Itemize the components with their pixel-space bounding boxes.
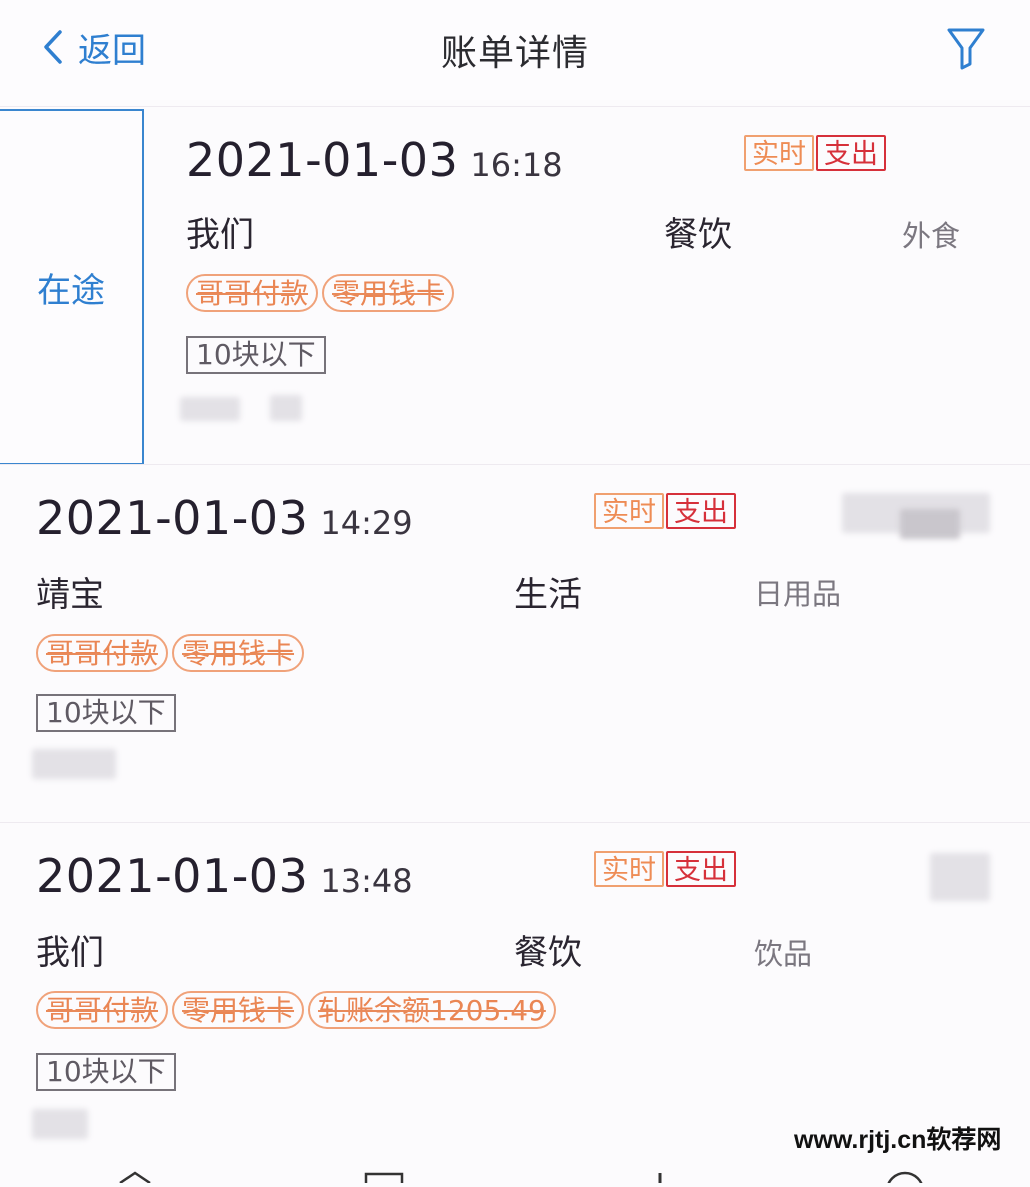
realtime-badge: 实时 (744, 135, 814, 171)
tag-pill: 哥哥付款 (186, 274, 319, 312)
site-watermark: www.rjtj.cn软荐网 (794, 1126, 1002, 1154)
record-datetime: 2021-01-03 13:48 (36, 849, 413, 903)
record-category: 餐饮 (664, 215, 732, 255)
bill-record[interactable]: 在途 2021-01-03 16:18 实时 支出 我们 餐饮 外食 哥哥付款 零… (0, 106, 1030, 465)
record-datetime: 2021-01-03 16:18 (186, 133, 563, 187)
expense-badge: 支出 (666, 851, 736, 887)
tag-pill: 零用钱卡 (172, 991, 305, 1029)
record-badges: 实时 支出 (594, 851, 736, 887)
record-member: 我们 (186, 215, 254, 255)
record-member: 我们 (36, 933, 104, 973)
record-tags: 哥哥付款 零用钱卡 (186, 274, 455, 312)
page-title: 账单详情 (440, 33, 589, 74)
amount-range-tag: 10块以下 (186, 336, 326, 374)
expense-badge: 支出 (666, 493, 736, 529)
record-datetime: 2021-01-03 14:29 (36, 491, 413, 545)
record-time: 13:48 (320, 862, 413, 900)
record-badges: 实时 支出 (744, 135, 886, 171)
tag-pill: 零用钱卡 (322, 274, 455, 312)
record-category: 餐饮 (514, 933, 582, 973)
record-date: 2021-01-03 (36, 849, 309, 903)
redacted-note (32, 749, 116, 779)
record-time: 16:18 (470, 146, 563, 184)
in-transit-status-button[interactable]: 在途 (0, 109, 144, 465)
top-nav-bar: 返回 账单详情 (0, 0, 1030, 100)
amount-range-tag: 10块以下 (36, 1053, 176, 1091)
bill-record[interactable]: 2021-01-03 14:29 实时 支出 靖宝 生活 日用品 哥哥付款 零用钱… (0, 464, 1030, 823)
record-date: 2021-01-03 (36, 491, 309, 545)
tab-profile-icon[interactable] (886, 1171, 924, 1187)
tag-pill: 轧账余额1205.49 (308, 991, 556, 1029)
record-badges: 实时 支出 (594, 493, 736, 529)
tag-pill: 哥哥付款 (36, 634, 169, 672)
tag-pill: 哥哥付款 (36, 991, 169, 1029)
filter-button[interactable] (946, 26, 986, 74)
tag-pill: 零用钱卡 (172, 634, 305, 672)
redacted-amount (930, 853, 990, 901)
record-tags: 哥哥付款 零用钱卡 轧账余额1205.49 (36, 991, 556, 1029)
realtime-badge: 实时 (594, 851, 664, 887)
filter-funnel-icon (947, 28, 985, 70)
amount-range-tag: 10块以下 (36, 694, 176, 732)
record-subcategory: 外食 (902, 219, 961, 253)
realtime-badge: 实时 (594, 493, 664, 529)
record-member: 靖宝 (36, 575, 104, 615)
record-time: 14:29 (320, 504, 413, 542)
record-tags: 哥哥付款 零用钱卡 (36, 634, 305, 672)
record-category: 生活 (514, 575, 582, 615)
tab-list-icon[interactable] (364, 1172, 404, 1187)
expense-badge: 支出 (816, 135, 886, 171)
record-subcategory: 饮品 (754, 937, 813, 971)
redacted-note (180, 397, 240, 421)
redacted-amount (900, 509, 960, 539)
redacted-note (270, 395, 302, 421)
status-label: 在途 (37, 270, 105, 311)
bottom-tab-bar (0, 1168, 1030, 1187)
redacted-note (32, 1109, 88, 1139)
record-subcategory: 日用品 (754, 577, 842, 611)
record-date: 2021-01-03 (186, 133, 459, 187)
tab-home-icon[interactable] (119, 1171, 151, 1185)
